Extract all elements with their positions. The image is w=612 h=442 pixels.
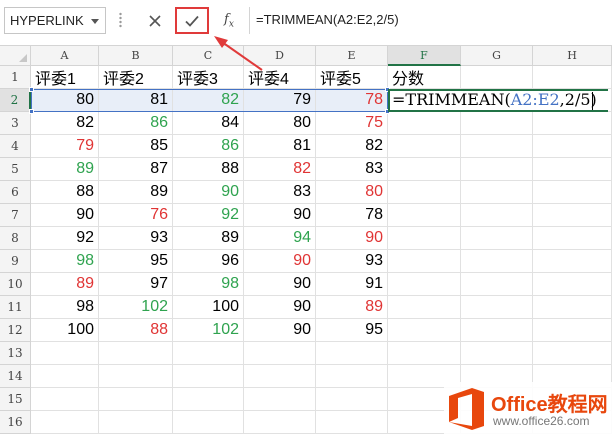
watermark-title: Office教程网 [491, 394, 608, 416]
watermark: Office教程网 www.office26.com [444, 382, 612, 438]
office-logo-icon [449, 388, 484, 430]
annotation-arrow-icon [214, 36, 263, 71]
watermark-url: www.office26.com [493, 414, 590, 428]
